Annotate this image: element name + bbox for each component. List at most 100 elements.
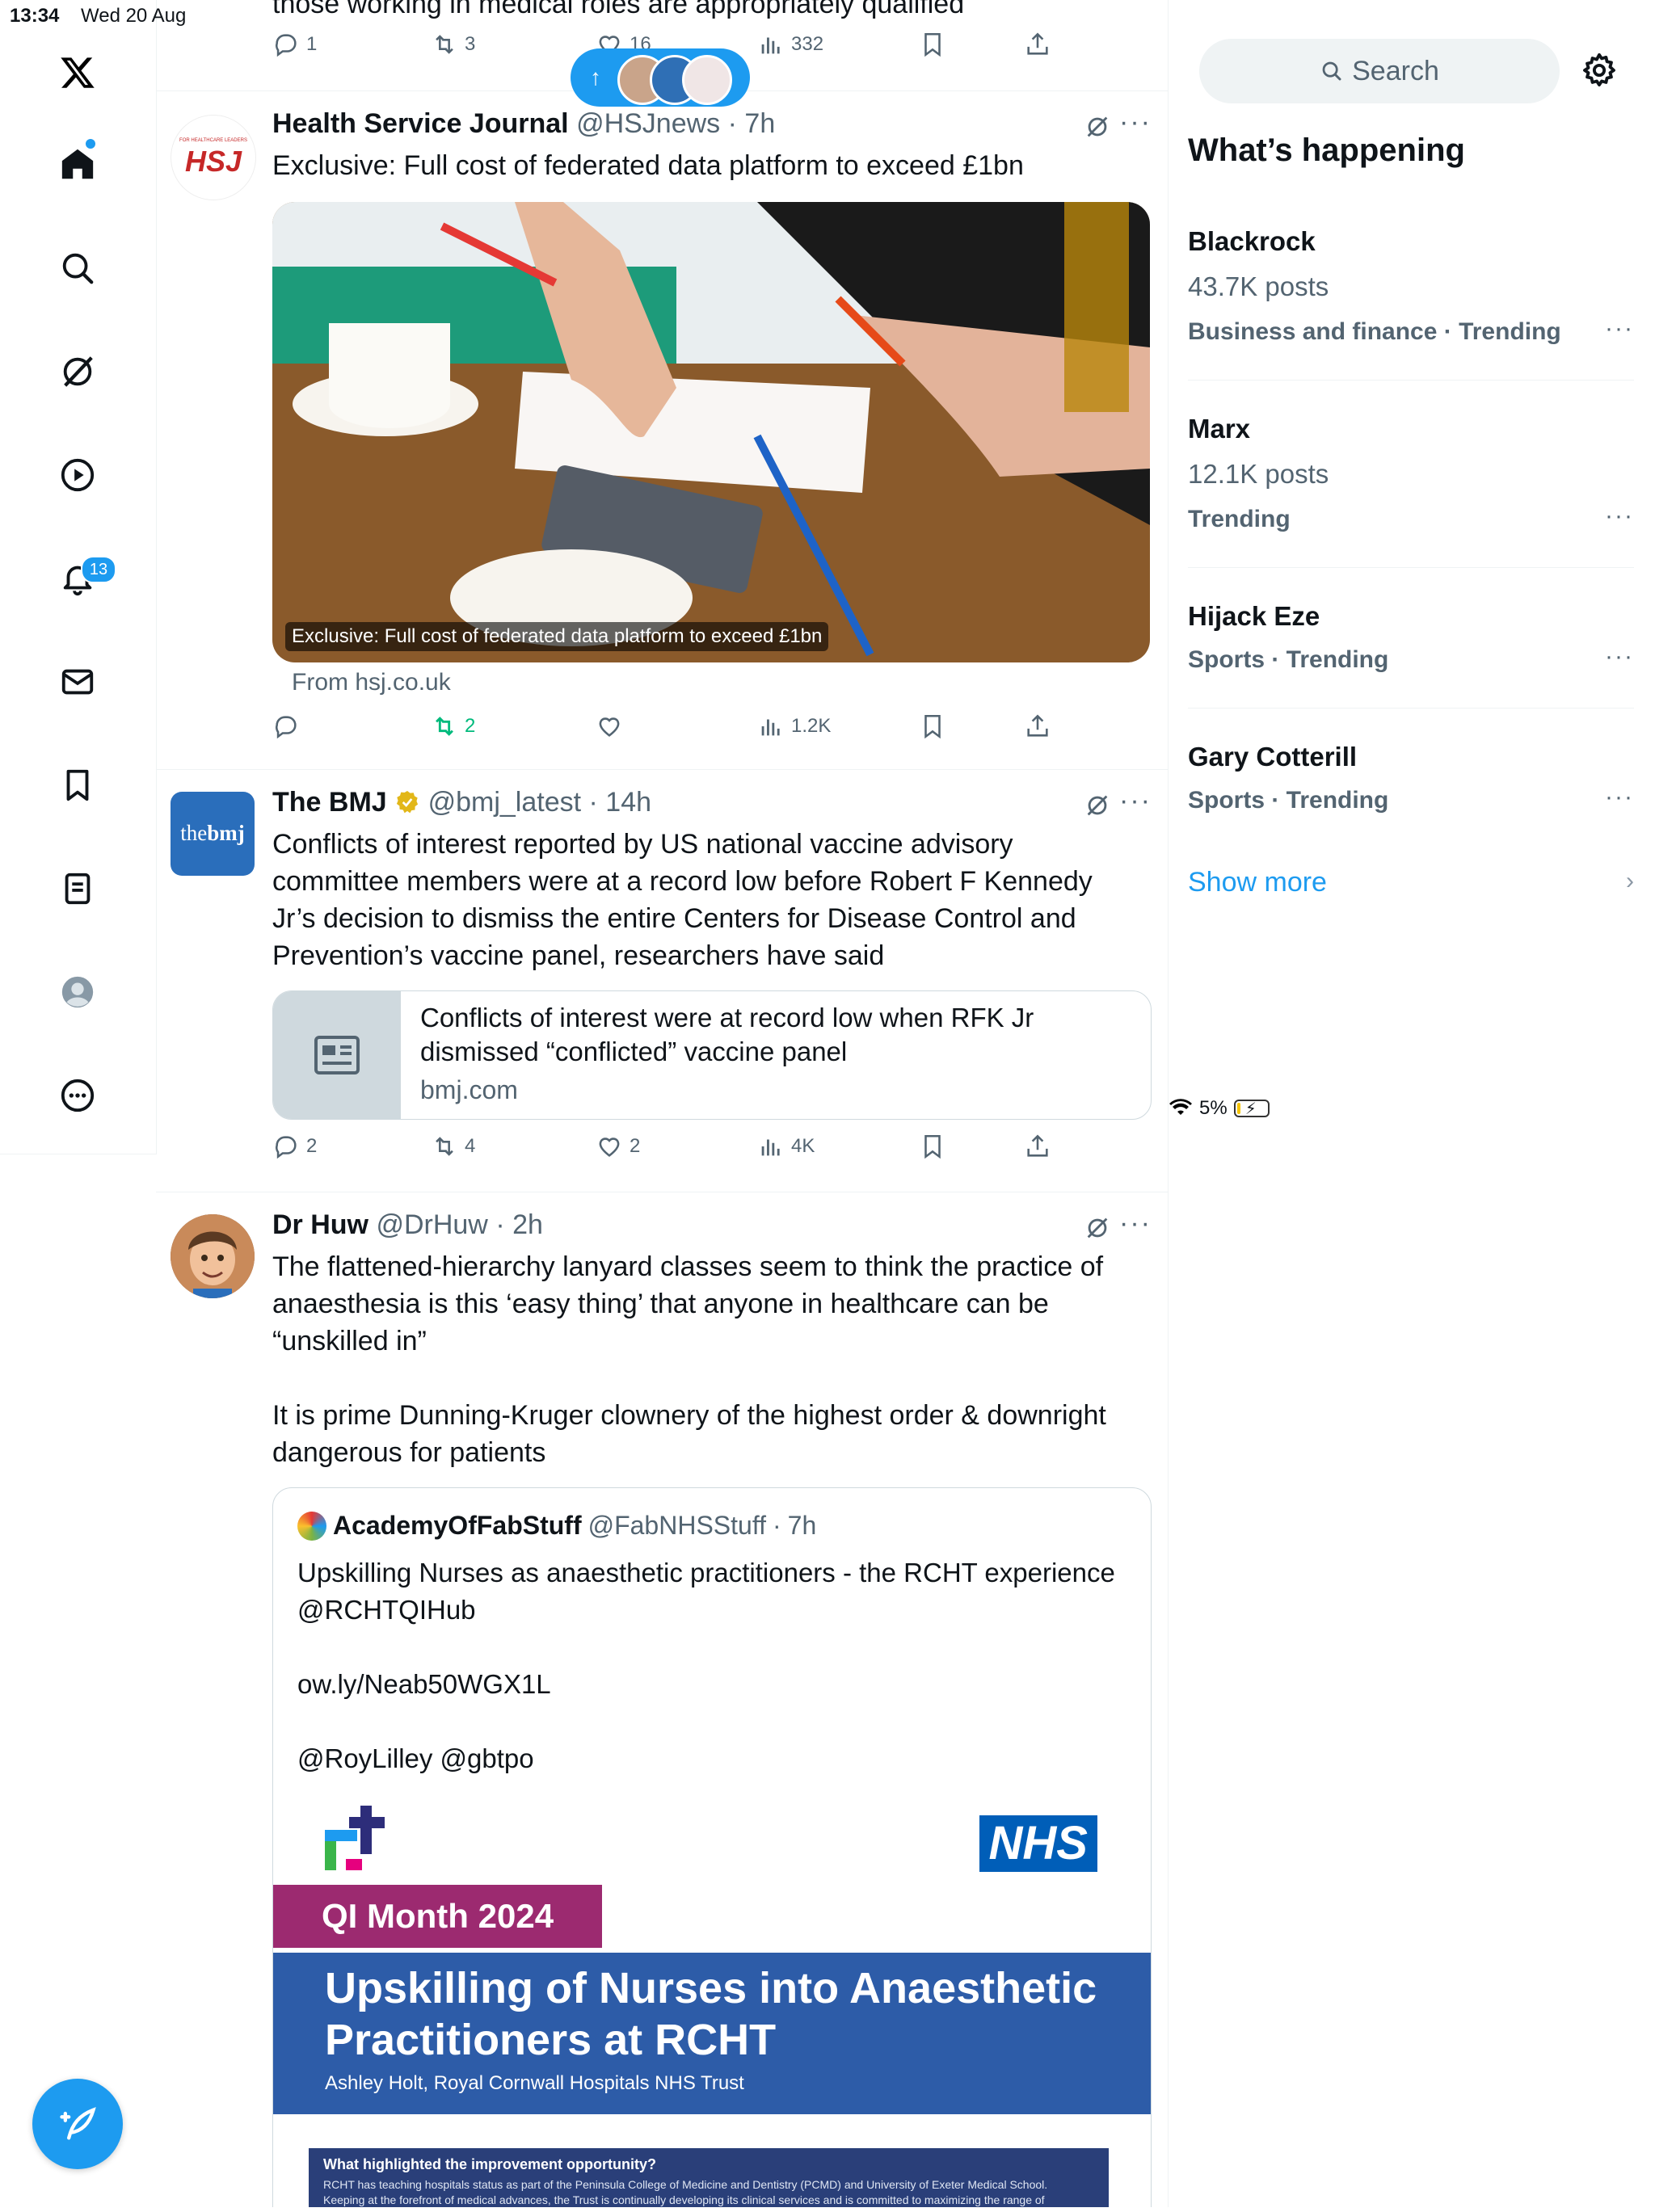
x-logo-icon[interactable]	[53, 48, 102, 97]
quote-image[interactable]: NHS QI Month 2024 Upskilling of Nurses i…	[273, 1798, 1151, 2207]
avatar-logo-text: HSJ	[184, 145, 242, 178]
repost-icon	[436, 1137, 453, 1156]
author-avatar[interactable]	[171, 1214, 255, 1298]
cartoon-avatar-image	[171, 1214, 255, 1298]
grok-explain-icon[interactable]	[1084, 792, 1111, 823]
quoted-tweet[interactable]: AcademyOfFabStuff @FabNHSStuff · 7h Upskil…	[272, 1487, 1152, 2207]
tweet[interactable]: Dr Huw @DrHuw · 2h ··· The flattened-hie…	[156, 1192, 1168, 2207]
repost-icon	[436, 717, 453, 736]
compose-post-button[interactable]	[32, 2079, 123, 2169]
reply-button[interactable]: 2	[272, 1133, 317, 1160]
post-time[interactable]: 7h	[744, 108, 775, 139]
tweet-image[interactable]: Exclusive: Full cost of federated data p…	[272, 202, 1150, 662]
bookmark-button[interactable]	[919, 1133, 946, 1160]
grok-icon[interactable]	[53, 347, 102, 396]
tweet-text: Exclusive: Full cost of federated data p…	[272, 150, 1024, 181]
tweet-header: Dr Huw @DrHuw · 2h	[272, 1209, 543, 1240]
messages-envelope-icon[interactable]	[53, 658, 102, 706]
source-link[interactable]: From hsj.co.uk	[292, 669, 451, 696]
tweet[interactable]: thebmj The BMJ @bmj_latest · 14h ··· Con…	[156, 769, 1168, 1192]
author-avatar[interactable]: FOR HEALTHCARE LEADERS HSJ	[171, 115, 256, 200]
lists-icon[interactable]	[53, 864, 102, 913]
like-button[interactable]	[596, 713, 630, 740]
heart-icon	[599, 717, 620, 737]
battery-percent: 5%	[1199, 1097, 1228, 1119]
search-icon[interactable]	[53, 244, 102, 292]
quote-author-handle[interactable]: @FabNHSStuff	[588, 1511, 766, 1541]
views-button[interactable]: 4K	[757, 1133, 815, 1160]
repost-button[interactable]: 4	[431, 1133, 475, 1160]
link-domain: bmj.com	[420, 1075, 518, 1104]
views-count: 332	[791, 33, 824, 55]
rcht-logo-icon	[325, 1806, 385, 1870]
poster-box-body: RCHT has teaching hospitals status as pa…	[323, 2178, 1048, 2206]
bookmark-button[interactable]	[919, 31, 946, 58]
like-button[interactable]: 2	[596, 1133, 640, 1160]
reply-button[interactable]: 1	[272, 31, 317, 58]
poster-title: Upskilling of Nurses into Anaesthetic Pr…	[325, 1964, 1097, 2064]
views-chart-icon	[761, 37, 780, 54]
share-icon	[1027, 714, 1048, 737]
author-name[interactable]: The BMJ	[272, 787, 387, 818]
views-count: 4K	[791, 1135, 815, 1157]
repost-count: 3	[465, 33, 476, 55]
repost-button[interactable]: 2	[431, 713, 475, 740]
meeting-photo	[272, 202, 1150, 662]
reply-button[interactable]	[272, 713, 306, 740]
tweet-text-paragraph-2: It is prime Dunning-Kruger clownery of t…	[272, 1400, 1106, 1468]
share-button[interactable]	[1024, 31, 1051, 58]
reply-icon	[276, 716, 297, 739]
grok-explain-icon[interactable]	[1084, 113, 1111, 145]
pill-avatar-3	[682, 55, 732, 105]
views-button[interactable]: 332	[757, 31, 823, 58]
battery-icon: ⚡	[1233, 1100, 1270, 1118]
verified-badge-icon	[397, 791, 419, 814]
qi-month-banner: QI Month 2024	[273, 1885, 603, 1948]
bookmarks-icon[interactable]	[53, 761, 102, 810]
repost-count: 2	[465, 715, 476, 737]
more-menu-icon[interactable]: ···	[1119, 1208, 1152, 1239]
author-avatar[interactable]: thebmj	[171, 792, 255, 876]
more-options-icon[interactable]	[53, 1071, 102, 1120]
article-icon	[314, 1036, 360, 1074]
video-icon[interactable]	[53, 451, 102, 499]
status-date: Wed 20 Aug	[81, 5, 187, 27]
new-posts-pill[interactable]: ↑	[571, 48, 750, 107]
quote-link[interactable]: ow.ly/Neab50WGX1L	[297, 1666, 1122, 1703]
share-button[interactable]	[1024, 713, 1051, 740]
bookmark-button[interactable]	[919, 713, 946, 740]
bookmark-icon	[924, 1134, 941, 1159]
more-menu-icon[interactable]: ···	[1119, 785, 1152, 817]
status-time: 13:34	[10, 5, 60, 27]
tweet-header: The BMJ @bmj_latest · 14h	[272, 787, 652, 818]
author-name[interactable]: Dr Huw	[272, 1209, 368, 1240]
heart-icon	[599, 1138, 620, 1157]
quote-author-avatar[interactable]	[297, 1511, 326, 1541]
share-button[interactable]	[1024, 1133, 1051, 1160]
views-count: 1.2K	[791, 715, 832, 737]
profile-avatar-icon[interactable]	[53, 968, 102, 1016]
author-handle[interactable]: @bmj_latest	[428, 787, 581, 818]
quote-text: Upskilling Nurses as anaesthetic practit…	[297, 1554, 1122, 1777]
author-handle[interactable]: @HSJnews	[576, 108, 720, 139]
home-icon[interactable]	[53, 140, 102, 188]
tweet[interactable]: FOR HEALTHCARE LEADERS HSJ Health Servic…	[156, 90, 1168, 770]
link-card[interactable]: Conflicts of interest were at record low…	[272, 990, 1152, 1120]
quote-mentions[interactable]: @RoyLilley @gbtpo	[297, 1740, 1122, 1777]
more-menu-icon[interactable]: ···	[1119, 107, 1152, 138]
author-handle[interactable]: @DrHuw	[376, 1209, 487, 1240]
reply-icon	[276, 34, 297, 57]
views-chart-icon	[761, 1139, 780, 1156]
views-button[interactable]: 1.2K	[757, 713, 831, 740]
avatar-logo: thebmj	[171, 821, 255, 846]
author-name[interactable]: Health Service Journal	[272, 108, 569, 139]
link-thumbnail	[273, 991, 401, 1119]
reply-count: 1	[306, 33, 318, 55]
quote-author-name[interactable]: AcademyOfFabStuff	[333, 1511, 582, 1541]
timeline: those working in medical roles are appro…	[156, 0, 1169, 2207]
post-time[interactable]: 14h	[605, 787, 651, 818]
bookmark-icon	[924, 32, 941, 57]
repost-button[interactable]: 3	[431, 31, 475, 58]
post-time[interactable]: 2h	[512, 1209, 543, 1240]
grok-explain-icon[interactable]	[1084, 1214, 1111, 1246]
